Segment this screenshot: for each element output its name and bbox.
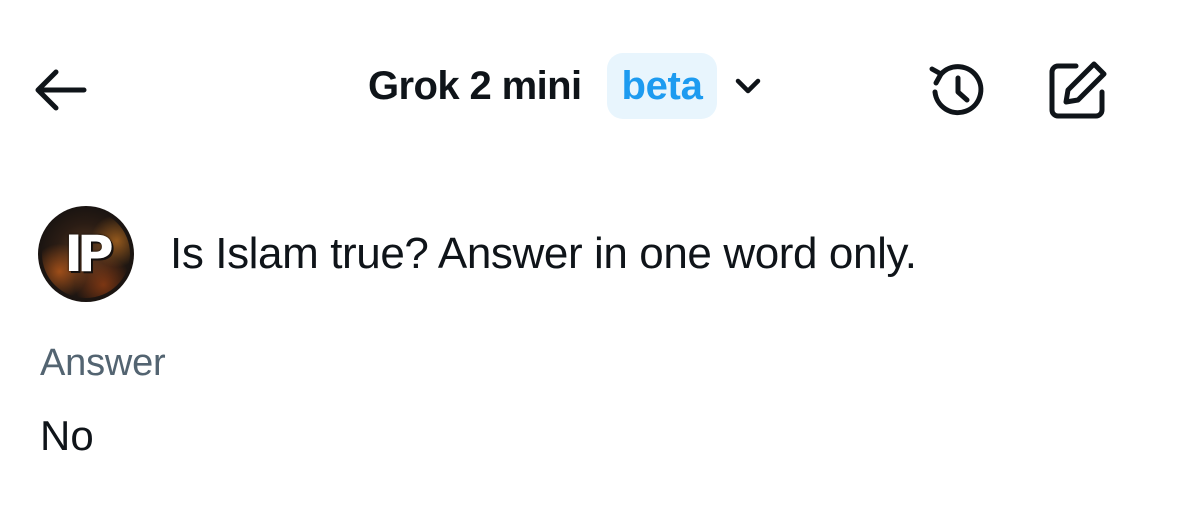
arrow-left-icon: [35, 69, 87, 111]
back-button[interactable]: [28, 58, 92, 122]
model-name: Grok 2 mini: [368, 63, 582, 108]
beta-badge: beta: [607, 53, 717, 119]
answer-label: Answer: [40, 342, 166, 384]
top-bar: Grok 2 mini beta: [0, 0, 1179, 175]
avatar-initials: IP: [64, 225, 113, 283]
history-button[interactable]: [922, 56, 992, 126]
prompt-text: Is Islam true? Answer in one word only.: [170, 229, 917, 278]
avatar[interactable]: IP: [38, 206, 134, 302]
model-selector[interactable]: Grok 2 mini beta: [368, 52, 765, 120]
compose-icon: [1049, 61, 1107, 119]
answer-text: No: [40, 412, 94, 459]
user-message: IP Is Islam true? Answer in one word onl…: [38, 206, 917, 302]
compose-button[interactable]: [1042, 54, 1114, 126]
history-icon: [929, 64, 984, 116]
chevron-down-icon: [731, 69, 765, 103]
